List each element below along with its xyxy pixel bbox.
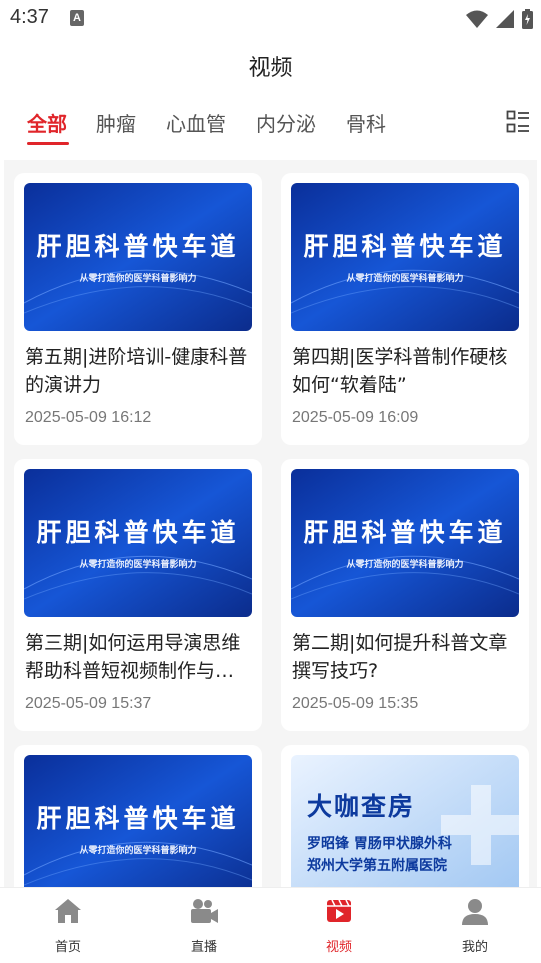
category-tabs: 全部 肿瘤 心血管 内分泌 骨科	[0, 100, 541, 148]
video-thumbnail[interactable]: 肝胆科普快车道 从零打造你的医学科普影响力	[24, 183, 252, 331]
thumbnail-subtitle: 从零打造你的医学科普影响力	[79, 846, 197, 856]
header: 视频	[0, 46, 541, 92]
signal-icon	[496, 10, 514, 28]
video-title[interactable]: 第二期|如何提升科普文章撰写技巧?	[292, 629, 518, 685]
thumbnail-title: 肝胆科普快车道	[36, 804, 240, 833]
tab-endocrine[interactable]: 内分泌	[256, 108, 316, 137]
video-date: 2025-05-09 15:35	[292, 695, 419, 712]
video-date: 2025-05-09 16:09	[292, 409, 419, 426]
thumbnail-title: 肝胆科普快车道	[303, 232, 507, 261]
thumbnail-title: 肝胆科普快车道	[36, 232, 240, 261]
video-date: 2025-05-09 16:12	[25, 409, 152, 426]
status-bar: 4:37 A	[0, 0, 541, 38]
thumbnail-subtitle: 从零打造你的医学科普影响力	[79, 560, 197, 570]
notification-a-icon: A	[70, 10, 84, 26]
thumbnail-subtitle: 从零打造你的医学科普影响力	[346, 274, 464, 284]
video-title[interactable]: 第五期|进阶培训-健康科普的演讲力	[25, 343, 251, 399]
battery-icon	[522, 9, 533, 29]
profile-icon	[462, 899, 488, 925]
nav-video-label: 视频	[325, 940, 352, 955]
page-title: 视频	[248, 56, 293, 81]
video-icon	[327, 899, 351, 922]
thumbnail-subtitle: 从零打造你的医学科普影响力	[346, 560, 464, 570]
wifi-icon	[466, 10, 488, 28]
nav-home-label: 首页	[54, 940, 81, 955]
bottom-nav: 首页 直播 视频 我的	[0, 887, 541, 963]
tab-orthopedics[interactable]: 骨科	[346, 108, 386, 137]
thumbnail-title: 大咖查房	[307, 792, 416, 821]
video-list[interactable]: 肝胆科普快车道 从零打造你的医学科普影响力 第五期|进阶培训-健康科普的演讲力 …	[4, 160, 537, 887]
thumbnail-title: 肝胆科普快车道	[303, 518, 507, 547]
video-thumbnail[interactable]: 肝胆科普快车道 从零打造你的医学科普影响力	[291, 183, 519, 331]
video-date: 2025-05-09 15:37	[25, 695, 152, 712]
video-thumbnail[interactable]: 肝胆科普快车道 从零打造你的医学科普影响力	[291, 469, 519, 617]
video-thumbnail[interactable]: 大咖查房 罗昭锋 胃肠甲状腺外科 郑州大学第五附属医院	[291, 755, 519, 887]
video-card[interactable]: 肝胆科普快车道 从零打造你的医学科普影响力 第三期|如何运用导演思维帮助科普短视…	[14, 459, 262, 731]
nav-home[interactable]: 首页	[28, 896, 108, 955]
video-card[interactable]: 肝胆科普快车道 从零打造你的医学科普影响力	[14, 745, 262, 887]
tab-oncology[interactable]: 肿瘤	[96, 108, 136, 137]
tab-cardiovascular[interactable]: 心血管	[166, 108, 226, 137]
video-card[interactable]: 大咖查房 罗昭锋 胃肠甲状腺外科 郑州大学第五附属医院	[281, 745, 529, 887]
live-camera-icon	[191, 899, 218, 923]
thumbnail-doctor: 罗昭锋 胃肠甲状腺外科	[307, 836, 452, 852]
video-title[interactable]: 第四期|医学科普制作硬核如何“软着陆”	[292, 343, 518, 399]
video-card[interactable]: 肝胆科普快车道 从零打造你的医学科普影响力 第四期|医学科普制作硬核如何“软着陆…	[281, 173, 529, 445]
category-menu-icon[interactable]	[506, 110, 530, 134]
home-icon	[55, 899, 81, 923]
status-time: 4:37	[10, 6, 49, 28]
nav-profile[interactable]: 我的	[435, 896, 515, 955]
status-icons	[466, 8, 533, 30]
tab-all[interactable]: 全部	[27, 108, 67, 137]
video-title[interactable]: 第三期|如何运用导演思维帮助科普短视频制作与…	[25, 629, 251, 685]
nav-profile-label: 我的	[461, 940, 488, 955]
tab-active-indicator	[27, 142, 69, 145]
video-card[interactable]: 肝胆科普快车道 从零打造你的医学科普影响力 第五期|进阶培训-健康科普的演讲力 …	[14, 173, 262, 445]
thumbnail-title: 肝胆科普快车道	[36, 518, 240, 547]
video-thumbnail[interactable]: 肝胆科普快车道 从零打造你的医学科普影响力	[24, 755, 252, 887]
video-card[interactable]: 肝胆科普快车道 从零打造你的医学科普影响力 第二期|如何提升科普文章撰写技巧? …	[281, 459, 529, 731]
thumbnail-hospital: 郑州大学第五附属医院	[307, 858, 447, 874]
thumbnail-subtitle: 从零打造你的医学科普影响力	[79, 274, 197, 284]
nav-video[interactable]: 视频	[299, 896, 379, 955]
nav-live[interactable]: 直播	[164, 896, 244, 955]
nav-live-label: 直播	[190, 940, 217, 955]
video-thumbnail[interactable]: 肝胆科普快车道 从零打造你的医学科普影响力	[24, 469, 252, 617]
